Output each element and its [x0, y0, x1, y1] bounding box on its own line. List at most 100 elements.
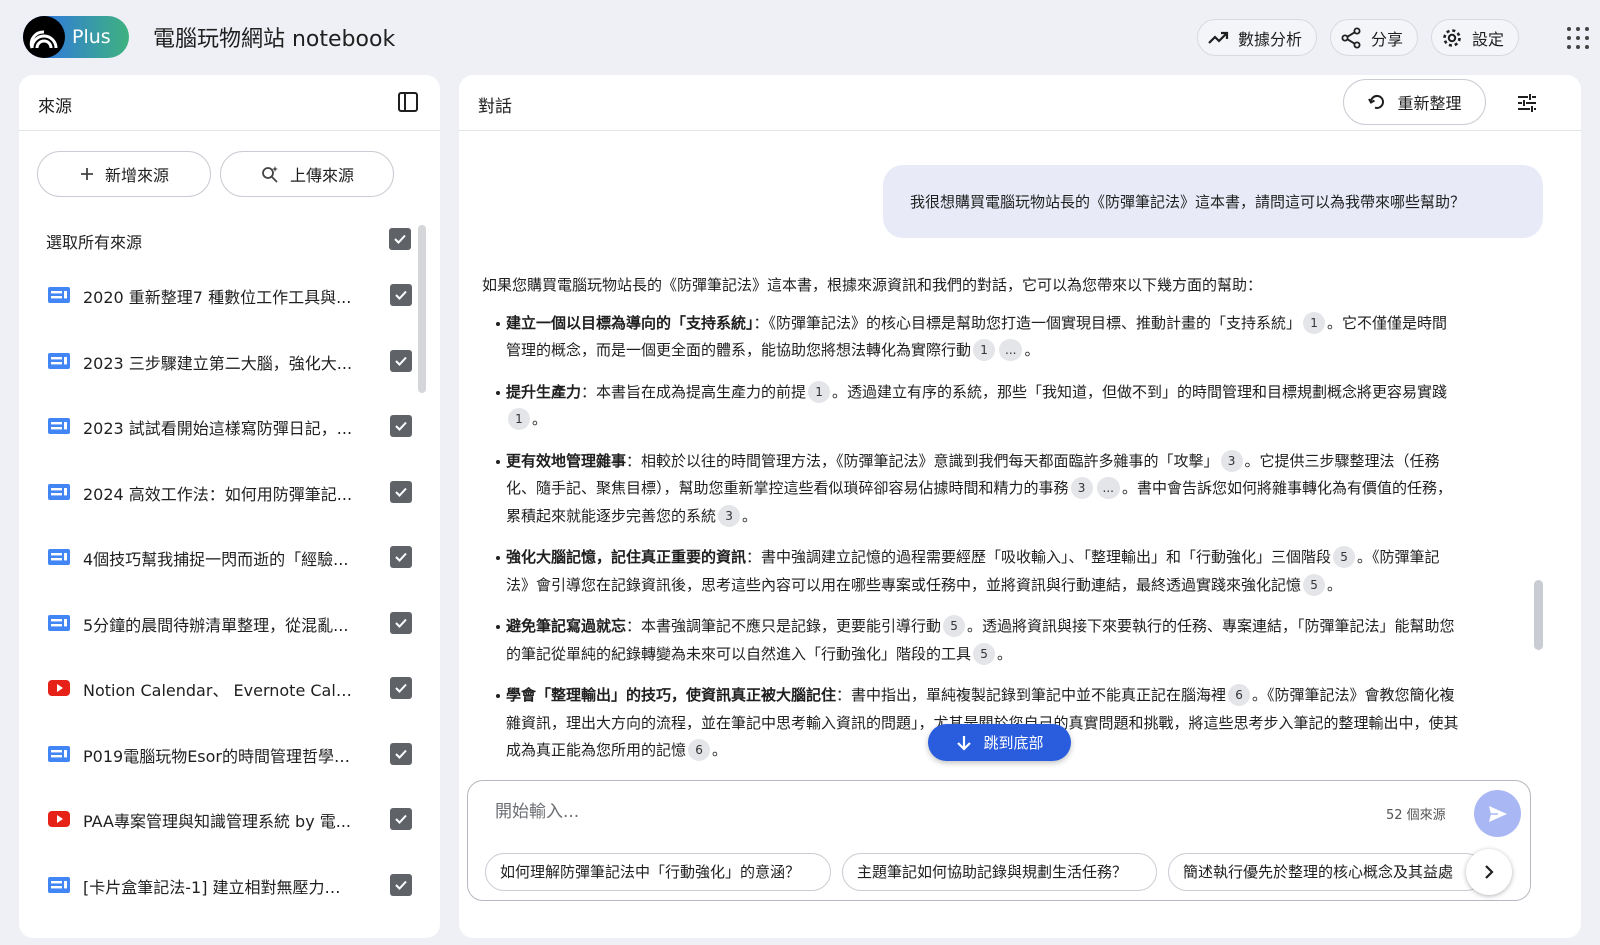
citation-chip[interactable]: ... [1096, 477, 1120, 499]
source-checkbox[interactable] [390, 873, 412, 896]
answer-point-title: 提升生產力 [506, 382, 582, 401]
select-all-label: 選取所有來源 [46, 233, 143, 252]
sources-panel-title: 來源 [38, 97, 72, 117]
share-button[interactable]: 分享 [1330, 19, 1419, 56]
document-icon [48, 483, 70, 500]
answer-point-text: 。 [532, 410, 548, 428]
select-all-sources-row[interactable]: 選取所有來源 [46, 225, 411, 255]
document-icon [48, 549, 70, 565]
source-item[interactable]: 2024 高效工作法：如何用防彈筆記... [47, 468, 413, 534]
notebooklm-plus-logo[interactable]: Plus [23, 16, 129, 58]
source-item[interactable]: Notion Calendar、 Evernote Calen... [47, 664, 413, 730]
select-all-checkbox[interactable] [389, 228, 411, 250]
document-icon [48, 614, 70, 631]
citation-chip[interactable]: 5 [1333, 546, 1356, 568]
source-item[interactable]: 2020 重新整理7 種數位工作工具與... [47, 271, 413, 337]
upload-source-label: 上傳來源 [289, 166, 354, 185]
notebook-title[interactable]: 電腦玩物網站 notebook [153, 21, 395, 53]
add-source-button[interactable]: 新增來源 [37, 151, 211, 197]
tune-settings-icon[interactable] [1515, 91, 1539, 115]
suggested-question-chip[interactable]: 主題筆記如何協助記錄與規劃生活任務？ [842, 853, 1157, 891]
source-checkbox[interactable] [390, 415, 412, 437]
trending-up-icon [1208, 31, 1229, 44]
citation-chip[interactable]: 5 [943, 615, 966, 637]
source-checkbox[interactable] [390, 284, 412, 306]
answer-point-title: 建立一個以目標為導向的「支持系統」 [506, 313, 754, 332]
citation-chip[interactable]: 5 [1303, 573, 1326, 596]
source-item[interactable]: 2023 三步驟建立第二大腦，強化大... [47, 337, 413, 403]
citation-chip[interactable]: 6 [688, 739, 711, 761]
answer-point: 強化大腦記憶，記住真正重要的資訊：書中強調建立記憶的過程需要經歷「吸收輸入」、「… [482, 544, 1462, 599]
answer-point-title: 更有效地管理雜事 [506, 451, 627, 470]
checkmark-icon [395, 487, 407, 497]
chevron-right-icon [1485, 865, 1494, 879]
source-checkbox[interactable] [390, 546, 412, 568]
sources-scrollbar[interactable] [418, 225, 426, 393]
settings-button[interactable]: 設定 [1431, 19, 1520, 56]
chat-panel: 對話 重新整理 我很想購買電腦玩物站長的《防彈筆記法》這本書，請問這可以為我帶來… [459, 75, 1581, 938]
next-suggestions-button[interactable] [1466, 849, 1512, 895]
source-item[interactable]: P019電腦玩物Esor的時間管理哲學(... [47, 730, 413, 796]
source-item[interactable]: 5分鐘的晨間待辦清單整理，從混亂... [47, 599, 413, 665]
citation-chip[interactable]: 3 [1220, 449, 1243, 472]
user-message-bubble: 我很想購買電腦玩物站長的《防彈筆記法》這本書，請問這可以為我帶來哪些幫助？ [883, 165, 1543, 238]
source-checkbox[interactable] [390, 480, 412, 503]
suggested-question-chip[interactable]: 如何理解防彈筆記法中「行動強化」的意涵？ [485, 853, 831, 891]
checkmark-icon [395, 814, 407, 824]
answer-point-text: ：書中強調建立記憶的過程需要經歷「吸收輸入」、「整理輸出」和「行動強化」三個階段 [746, 548, 1332, 566]
checkmark-icon [395, 880, 407, 890]
citation-chip[interactable]: 1 [508, 408, 530, 430]
chat-input[interactable] [495, 796, 1345, 828]
assistant-answer: 如果您購買電腦玩物站長的《防彈筆記法》這本書，根據來源資訊和我們的對話，它可以為… [482, 272, 1462, 782]
source-item[interactable]: PAA專案管理與知識管理系統 by 電... [47, 795, 413, 861]
apps-grid-icon[interactable] [1567, 27, 1589, 49]
citation-chip[interactable]: 1 [808, 380, 831, 403]
answer-point-text: ：本書旨在成為提高生產力的前提 [581, 382, 807, 401]
answer-point-text: 。 [1024, 341, 1040, 359]
citation-chip[interactable]: 3 [1070, 477, 1093, 499]
answer-point-text: 。透過建立有序的系統，那些「我知道，但做不到」的時間管理和目標規劃概念將更容易實… [832, 382, 1448, 401]
answer-point-text: ：相較於以往的時間管理方法，《防彈筆記法》意識到我們每天都面臨許多雜事的「攻擊」 [626, 451, 1219, 470]
checkmark-icon [395, 749, 407, 759]
source-item[interactable]: 2023 試試看開始這樣寫防彈日記，... [47, 402, 413, 468]
source-checkbox[interactable] [390, 742, 412, 765]
source-item[interactable]: 4個技巧幫我捕捉一閃而逝的「經驗... [47, 533, 413, 599]
citation-chip[interactable]: 1 [1303, 311, 1326, 334]
jump-to-bottom-button[interactable]: 跳到底部 [928, 724, 1071, 761]
answer-point-text: ：本書強調筆記不應只是記錄，更要能引導行動 [626, 617, 942, 635]
source-item[interactable]: [卡片盒筆記法-1] 建立相對無壓力、... [47, 861, 413, 927]
document-icon [48, 352, 70, 369]
regenerate-button[interactable]: 重新整理 [1343, 79, 1486, 125]
source-checkbox[interactable] [390, 611, 412, 634]
answer-point-text: 。 [742, 506, 758, 525]
answer-point-text: 。 [1327, 575, 1343, 594]
checkmark-icon [395, 618, 407, 628]
source-item-label: P019電腦玩物Esor的時間管理哲學(... [83, 746, 353, 766]
upload-source-button[interactable]: 上傳來源 [220, 151, 394, 197]
suggested-question-chip[interactable]: 簡述執行優先於整理的核心概念及其益處 [1168, 853, 1485, 891]
analytics-label: 數據分析 [1238, 29, 1303, 49]
citation-chip[interactable]: 3 [718, 504, 741, 527]
source-checkbox[interactable] [390, 349, 412, 372]
checkmark-icon [395, 421, 407, 431]
source-checkbox[interactable] [390, 677, 412, 699]
chat-scrollbar[interactable] [1534, 580, 1543, 650]
source-item-label: PAA專案管理與知識管理系統 by 電... [83, 812, 352, 831]
source-checkbox[interactable] [390, 808, 412, 830]
citation-chip[interactable]: 6 [1228, 684, 1251, 706]
answer-point: 提升生產力：本書旨在成為提高生產力的前提 1 。透過建立有序的系統，那些「我知道，但… [482, 379, 1462, 434]
send-button[interactable] [1474, 790, 1521, 837]
citation-chip[interactable]: 1 [973, 339, 996, 361]
checkmark-icon [394, 234, 406, 244]
collapse-panel-icon[interactable] [397, 91, 419, 113]
answer-point-text: ：《防彈筆記法》的核心目標是幫助您打造一個實現目標、推動計畫的「支持系統」 [753, 313, 1302, 332]
notebooklm-logo-icon [23, 16, 65, 58]
citation-chip[interactable]: 5 [973, 642, 996, 665]
share-icon [1341, 27, 1361, 48]
youtube-icon [48, 680, 70, 696]
analytics-button[interactable]: 數據分析 [1197, 19, 1318, 56]
document-icon [48, 287, 70, 303]
source-item-label: [卡片盒筆記法-1] 建立相對無壓力、... [83, 877, 353, 897]
share-label: 分享 [1371, 29, 1404, 49]
citation-chip[interactable]: ... [999, 339, 1023, 361]
